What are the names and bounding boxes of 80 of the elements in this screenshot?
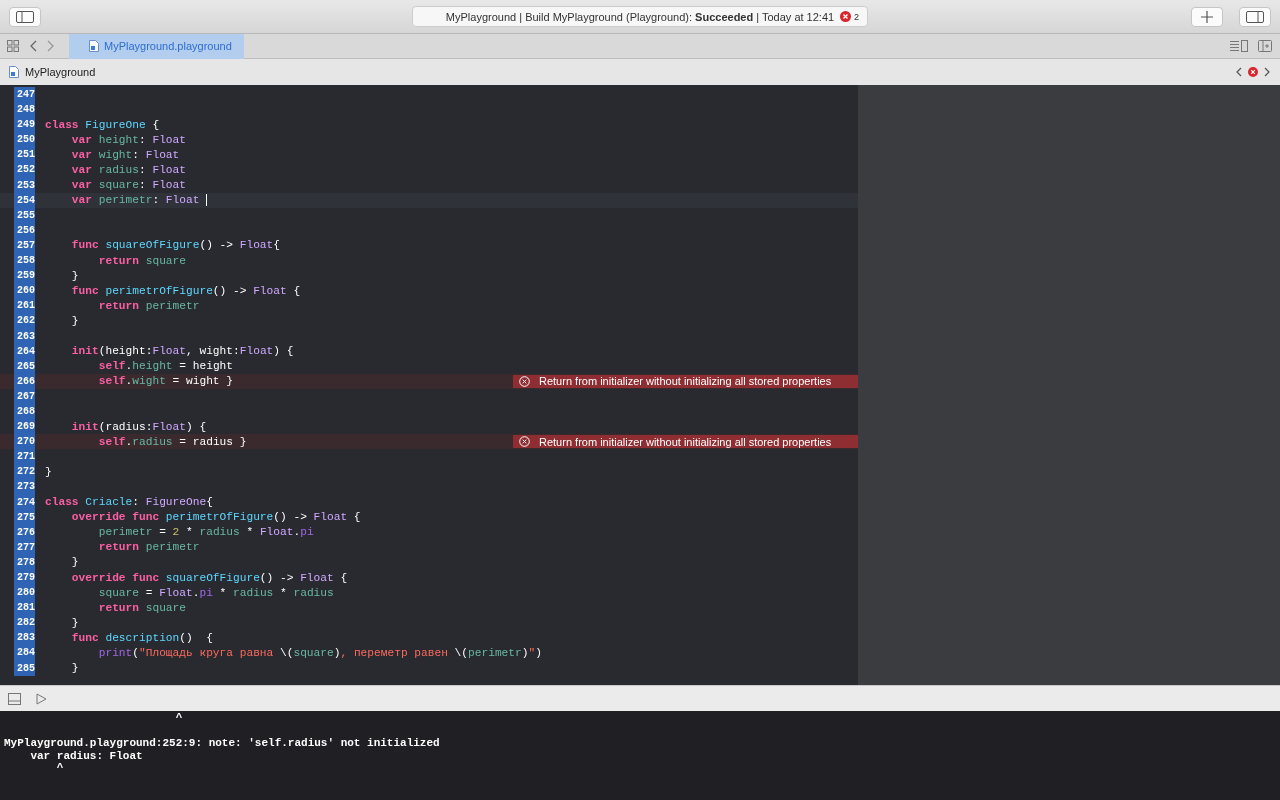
code-line: } (45, 465, 52, 478)
build-status-text: MyPlayground | Build MyPlayground (Playground): Succeeded | Today at 12:41 (445, 10, 835, 23)
sidebar-toggle-button[interactable] (9, 6, 41, 27)
hide-panel-icon[interactable] (8, 692, 21, 705)
code-line: self.radius = radius } (97, 435, 247, 448)
code-line: func perimetrOfFigure() -> Float { (70, 284, 301, 297)
previous-issue-icon[interactable] (1235, 67, 1242, 77)
code-line: init(radius:Float) { (70, 420, 207, 433)
code-line: self.wight = wight } (97, 375, 233, 388)
back-icon[interactable] (29, 40, 37, 52)
line-number: 282 (14, 615, 35, 631)
code-line: return square (97, 601, 186, 614)
line-number: 281 (14, 600, 35, 616)
file-icon (9, 66, 19, 78)
code-line: perimetr = 2 * radius * Float.pi (97, 526, 314, 539)
line-number: 259 (14, 268, 35, 284)
grid-icon[interactable] (7, 40, 19, 52)
line-number: 260 (14, 283, 35, 299)
text-cursor (206, 194, 208, 207)
error-annotation[interactable]: Return from initializer without initializing all stored properties (513, 435, 858, 449)
code-line: func squareOfFigure() -> Float{ (70, 239, 281, 252)
console-output: ^ MyPlayground.playground:252:9: note: 'self.radius' not initialized var radius: Float ^ (3, 711, 441, 776)
code-line: square = Float.pi * radius * radius (97, 586, 334, 599)
error-count-badge[interactable]: 2 (840, 11, 859, 22)
line-number: 252 (14, 162, 35, 178)
code-line: return square (97, 254, 186, 267)
list-icon[interactable] (1230, 40, 1248, 52)
code-line: init(height:Float, wight:Float) { (70, 345, 294, 358)
code-line: } (70, 662, 79, 675)
code-line: return perimetr (97, 541, 200, 554)
line-number: 272 (14, 464, 35, 480)
code-line: var wight: Float (70, 148, 180, 161)
file-icon (89, 40, 99, 52)
line-number: 248 (14, 102, 35, 118)
line-number: 250 (14, 132, 35, 148)
plus-icon (1201, 10, 1213, 23)
play-icon[interactable] (36, 692, 47, 705)
line-number: 269 (14, 419, 35, 435)
code-line: class FigureOne { (45, 118, 160, 131)
add-button[interactable] (1191, 6, 1223, 27)
code-line: override func perimetrOfFigure() -> Float { (70, 511, 361, 524)
code-line: func description() { (70, 631, 213, 644)
error-icon (519, 375, 530, 387)
code-line: } (70, 556, 79, 569)
code-line: var square: Float (70, 179, 186, 192)
line-number: 247 (14, 87, 35, 103)
line-number: 270 (14, 434, 35, 450)
line-number: 284 (14, 645, 35, 661)
error-icon (519, 436, 530, 448)
error-icon (840, 11, 851, 22)
code-line: print("Площадь круга равна \(square), переметр равен \(perimetr)") (97, 647, 542, 659)
forward-icon[interactable] (47, 40, 55, 52)
line-number: 280 (14, 585, 35, 601)
code-line: } (70, 616, 79, 629)
error-icon[interactable] (1248, 67, 1258, 77)
code-line: } (70, 269, 79, 282)
code-line: } (70, 314, 79, 327)
inspector-toggle-button[interactable] (1239, 6, 1271, 27)
line-number: 249 (14, 117, 35, 133)
code-line: var height: Float (70, 133, 186, 146)
split-editor-icon[interactable] (1258, 40, 1272, 52)
sidebar-icon (16, 10, 34, 23)
code-line: var perimetr: Float (70, 194, 200, 207)
line-number: 251 (14, 147, 35, 163)
line-number: 279 (14, 570, 35, 586)
next-issue-icon[interactable] (1264, 67, 1271, 77)
line-number: 283 (14, 630, 35, 646)
error-annotation[interactable]: Return from initializer without initializing all stored properties (513, 374, 858, 388)
line-number: 258 (14, 253, 35, 269)
sidebar-right-icon (1246, 10, 1264, 23)
line-number: 261 (14, 298, 35, 314)
line-number: 271 (14, 449, 35, 465)
code-line: return perimetr (97, 299, 200, 312)
line-number: 262 (14, 313, 35, 329)
breadcrumb-item[interactable]: MyPlayground (25, 66, 96, 78)
line-number: 273 (14, 479, 35, 495)
code-line: var radius: Float (70, 164, 186, 176)
code-line: class Criacle: FigureOne{ (45, 496, 213, 509)
code-line: self.height = height (97, 360, 234, 373)
code-line: override func squareOfFigure() -> Float { (70, 571, 348, 584)
